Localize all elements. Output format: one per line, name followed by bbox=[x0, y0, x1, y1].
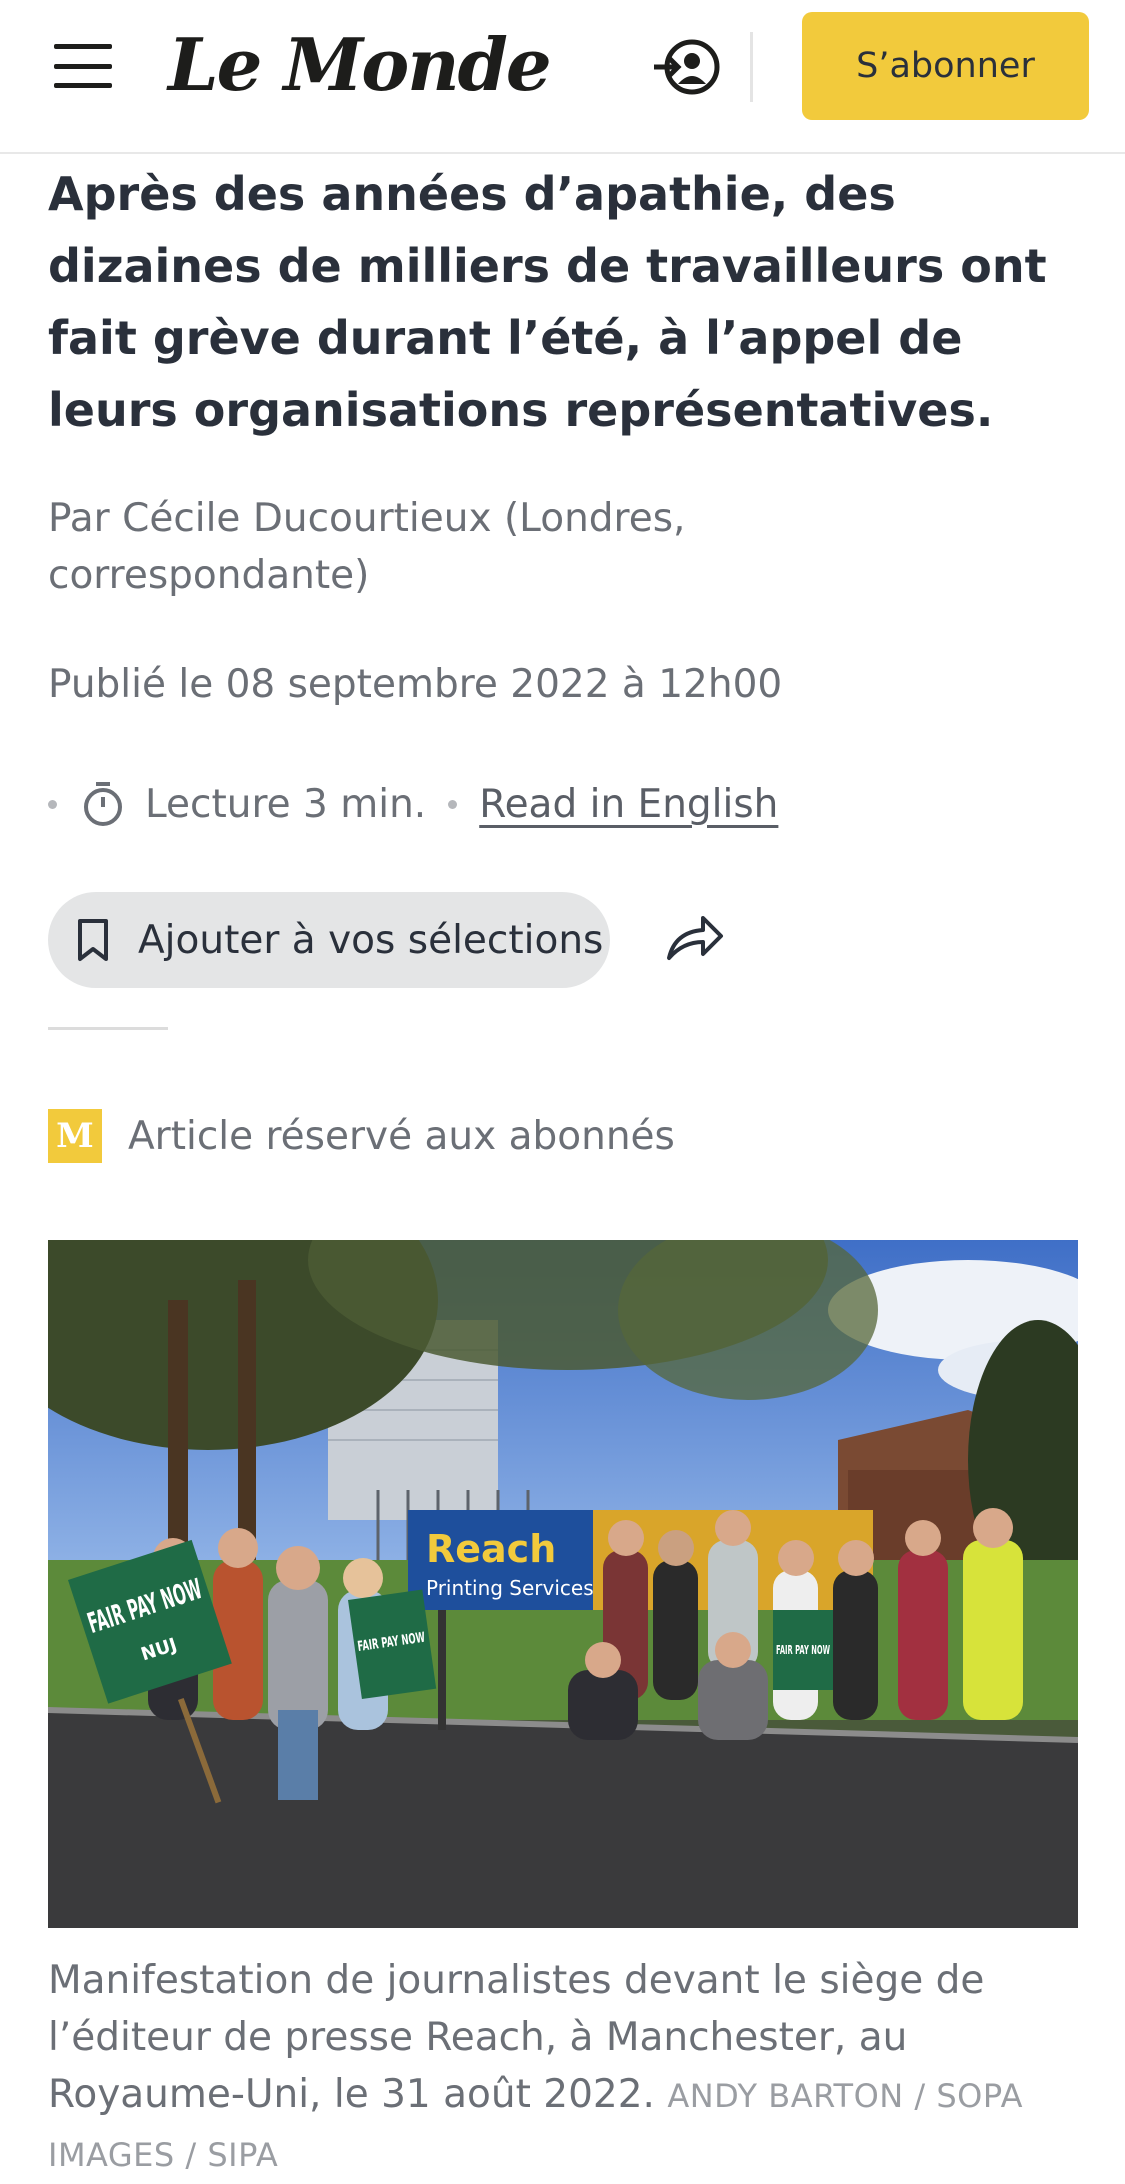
subscribe-button[interactable]: S’abonner bbox=[802, 12, 1089, 120]
subscriber-only-label: Article réservé aux abonnés bbox=[128, 1113, 675, 1159]
reading-time: Lecture 3 min. bbox=[145, 781, 427, 827]
read-in-english-link[interactable]: Read in English bbox=[479, 782, 778, 827]
add-to-selections-button[interactable]: Ajouter à vos sélections bbox=[48, 892, 610, 988]
article-summary: Après des années d’apathie, des dizaines… bbox=[48, 167, 1047, 437]
site-header: Le Monde S’abonner bbox=[0, 0, 1125, 154]
separator-dot bbox=[48, 799, 57, 809]
section-divider bbox=[48, 1027, 168, 1030]
add-to-selections-label: Ajouter à vos sélections bbox=[138, 917, 604, 963]
le-monde-m-icon: M bbox=[48, 1109, 102, 1163]
menu-icon[interactable] bbox=[54, 44, 112, 88]
share-icon[interactable] bbox=[665, 912, 725, 964]
reach-sign-text: Reach bbox=[426, 1527, 556, 1571]
header-divider bbox=[750, 32, 753, 102]
site-logo[interactable]: Le Monde bbox=[168, 22, 552, 107]
photo-illustration: Reach Printing Services FAIR PAY NOW NUJ bbox=[48, 1240, 1078, 1928]
photo-caption: Manifestation de journalistes devant le … bbox=[48, 1952, 1088, 2184]
article-photo[interactable]: Reach Printing Services FAIR PAY NOW NUJ bbox=[48, 1240, 1078, 1928]
subscriber-only-notice: M Article réservé aux abonnés bbox=[48, 1108, 675, 1164]
bookmark-icon bbox=[78, 919, 108, 961]
fair-pay-now-sign: FAIR PAY NOW bbox=[776, 1643, 830, 1657]
article-meta-row: Lecture 3 min. Read in English bbox=[48, 774, 778, 834]
separator-dot bbox=[448, 799, 458, 809]
user-login-icon[interactable] bbox=[652, 36, 722, 98]
publish-date: Publié le 08 septembre 2022 à 12h00 bbox=[48, 662, 783, 707]
article-byline[interactable]: Par Cécile Ducourtieux (Londres, corresp… bbox=[48, 490, 948, 604]
printing-services-text: Printing Services bbox=[426, 1576, 594, 1600]
timer-icon bbox=[84, 782, 122, 826]
